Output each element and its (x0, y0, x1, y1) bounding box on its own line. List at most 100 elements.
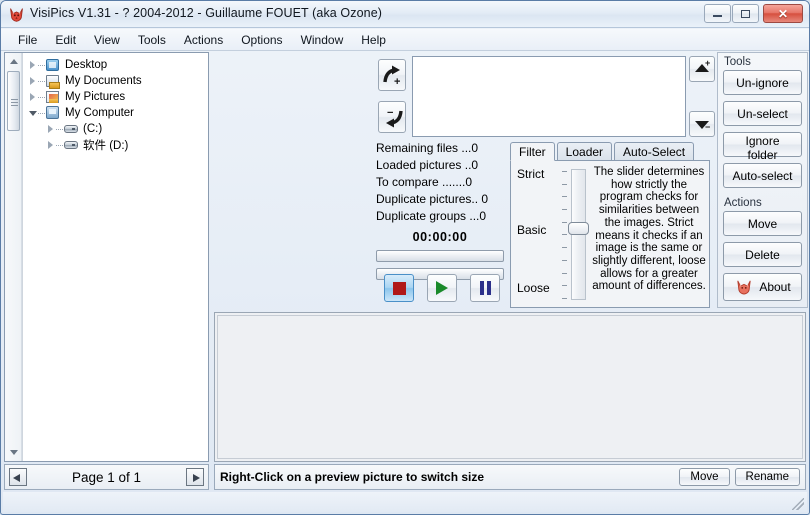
desktop-icon (45, 58, 61, 72)
start-button[interactable] (427, 274, 457, 302)
tab-auto-select[interactable]: Auto-Select (614, 142, 694, 161)
tab-strip: Filter Loader Auto-Select (510, 142, 696, 161)
status-move-button[interactable]: Move (679, 468, 729, 486)
elapsed-timer: 00:00:00 (376, 230, 504, 244)
triangle-up-icon (10, 59, 18, 64)
auto-select-button[interactable]: Auto-select (723, 163, 802, 188)
tree-node-drive-d[interactable]: 软件 (D:) (23, 137, 208, 153)
un-select-button[interactable]: Un-select (723, 101, 802, 126)
stat-to-compare: To compare .......0 (376, 174, 504, 191)
svg-text:−: − (387, 107, 393, 119)
tree-scroll-down-button[interactable] (6, 445, 21, 460)
selected-folders-list[interactable] (412, 56, 686, 137)
status-bar: Right-Click on a preview picture to swit… (214, 464, 806, 490)
tree-node-my-documents[interactable]: My Documents (23, 73, 208, 89)
svg-text:+: + (705, 58, 710, 68)
tab-loader[interactable]: Loader (557, 142, 612, 161)
un-ignore-button[interactable]: Un-ignore (723, 70, 802, 95)
triangle-up-plus-icon: + (691, 58, 713, 80)
tree-node-label: My Computer (64, 107, 134, 119)
pause-button[interactable] (470, 274, 500, 302)
about-button-label: About (759, 280, 790, 294)
stop-button[interactable] (384, 274, 414, 302)
svg-text:−: − (705, 122, 710, 132)
tree-node-my-pictures[interactable]: My Pictures (23, 89, 208, 105)
curved-arrow-plus-icon: + (382, 64, 404, 88)
tree-scroll-up-button[interactable] (6, 54, 21, 69)
slider-label-basic: Basic (517, 223, 546, 237)
window-bottom-strip (3, 492, 807, 512)
menu-item-actions[interactable]: Actions (175, 31, 232, 49)
move-button[interactable]: Move (723, 211, 802, 236)
slider-label-strict: Strict (517, 167, 544, 181)
drive-icon (63, 122, 79, 136)
expander-collapsed-icon[interactable] (27, 61, 38, 69)
strictness-slider-thumb[interactable] (568, 222, 589, 235)
computer-icon (45, 106, 61, 120)
ignore-folder-button[interactable]: Ignore folder (723, 132, 802, 157)
stop-icon (393, 282, 406, 295)
expander-collapsed-icon[interactable] (27, 93, 38, 101)
tree-view[interactable]: Desktop My Documents My Pictures (22, 53, 208, 461)
resize-grip[interactable] (792, 498, 804, 510)
scan-controls (384, 274, 500, 302)
menu-item-edit[interactable]: Edit (46, 31, 85, 49)
tree-scrollbar[interactable] (5, 53, 22, 461)
expander-collapsed-icon[interactable] (45, 141, 56, 149)
expander-expanded-icon[interactable] (27, 111, 38, 116)
triangle-down-icon (10, 450, 18, 455)
tree-scrollbar-thumb[interactable] (7, 71, 20, 131)
menu-item-window[interactable]: Window (292, 31, 353, 49)
fox-icon (734, 279, 754, 295)
tools-group-label: Tools (718, 53, 807, 70)
duplicate-preview-area[interactable] (214, 312, 806, 462)
preview-canvas[interactable] (217, 315, 803, 459)
status-message: Right-Click on a preview picture to swit… (215, 470, 679, 484)
filter-help-text: The slider determines how strictly the p… (591, 166, 707, 293)
previous-page-icon[interactable] (9, 468, 27, 486)
delete-button[interactable]: Delete (723, 242, 802, 267)
pause-icon (480, 281, 491, 295)
status-rename-button[interactable]: Rename (735, 468, 800, 486)
list-scroll-down-button[interactable]: − (689, 111, 715, 137)
menu-item-tools[interactable]: Tools (129, 31, 175, 49)
tree-node-label: 软件 (D:) (82, 137, 128, 153)
tree-node-label: My Pictures (64, 91, 125, 103)
remove-folder-button[interactable]: − (378, 101, 406, 133)
statistics-panel: Remaining files ...0 Loaded pictures ..0… (376, 140, 504, 307)
list-scroll-up-button[interactable]: + (689, 56, 715, 82)
tab-filter[interactable]: Filter (510, 142, 555, 161)
svg-text:+: + (394, 76, 400, 88)
folder-tree-panel: Desktop My Documents My Pictures (4, 52, 209, 462)
window-title: VisiPics V1.31 - ? 2004-2012 - Guillaume… (30, 6, 382, 20)
stat-remaining-files: Remaining files ...0 (376, 140, 504, 157)
tree-node-desktop[interactable]: Desktop (23, 57, 208, 73)
add-folder-button[interactable]: + (378, 59, 406, 91)
menu-item-view[interactable]: View (85, 31, 129, 49)
curved-arrow-minus-icon: − (382, 106, 404, 130)
page-indicator: Page 1 of 1 (31, 470, 182, 485)
expander-collapsed-icon[interactable] (45, 125, 56, 133)
filter-tab-body: Strict Basic Loose The slider determines… (510, 160, 710, 308)
maximize-button[interactable] (732, 4, 759, 23)
close-button[interactable]: ✕ (763, 4, 803, 23)
close-icon: ✕ (764, 5, 802, 22)
actions-group-label: Actions (718, 194, 807, 211)
tree-node-my-computer[interactable]: My Computer (23, 105, 208, 121)
minimize-button[interactable] (704, 4, 731, 23)
menu-item-help[interactable]: Help (352, 31, 395, 49)
triangle-down-minus-icon: − (691, 113, 713, 135)
filter-tab-panel: Filter Loader Auto-Select Strict Basic L… (510, 142, 710, 308)
minimize-icon (705, 5, 730, 22)
menu-item-options[interactable]: Options (232, 31, 291, 49)
play-icon (436, 281, 448, 295)
next-page-icon[interactable] (186, 468, 204, 486)
slider-ticks (562, 171, 570, 299)
tree-node-label: Desktop (64, 59, 107, 71)
menu-item-file[interactable]: File (9, 31, 46, 49)
expander-collapsed-icon[interactable] (27, 77, 38, 85)
pictures-icon (45, 90, 61, 104)
fox-icon (8, 6, 25, 23)
tree-node-drive-c[interactable]: (C:) (23, 121, 208, 137)
about-button[interactable]: About (723, 273, 802, 301)
